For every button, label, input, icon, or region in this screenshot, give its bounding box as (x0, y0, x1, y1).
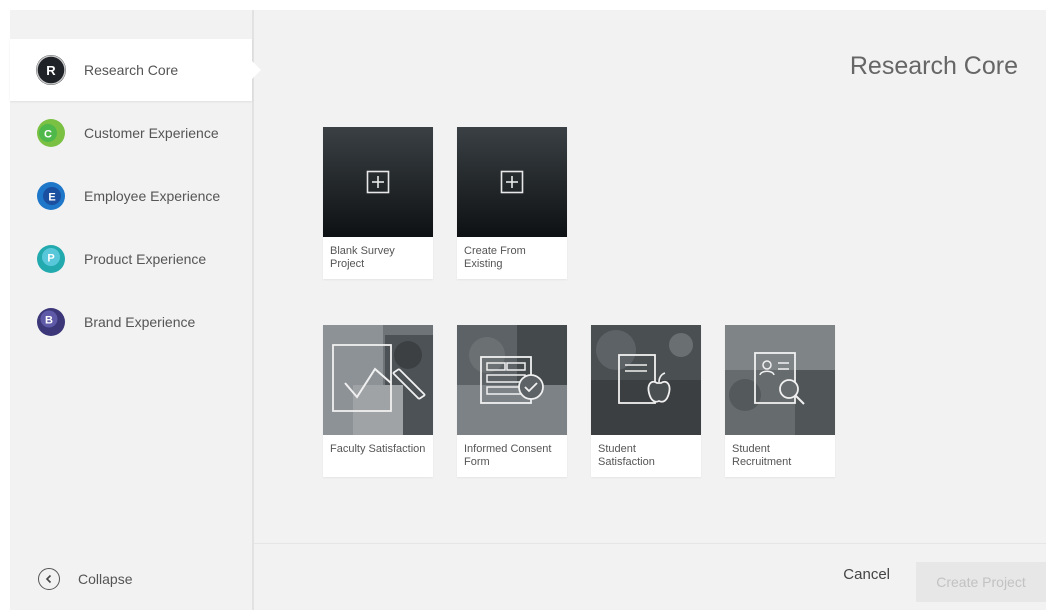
brand-experience-icon: B (36, 307, 66, 337)
sidebar-item-brand-experience[interactable]: B Brand Experience (10, 291, 252, 353)
plus-square-icon (500, 170, 524, 194)
card-informed-consent-form[interactable]: Informed Consent Form (457, 325, 567, 477)
document-apple-icon (618, 354, 671, 404)
sidebar-item-research-core[interactable]: R Research Core (10, 39, 261, 101)
card-student-recruitment[interactable]: Student Recruitment (725, 325, 835, 477)
collapse-button[interactable]: Collapse (38, 568, 132, 590)
card-thumbnail (323, 325, 433, 435)
dialog-footer: Cancel Create Project (254, 543, 1046, 610)
sidebar-item-label: Customer Experience (84, 125, 219, 141)
research-core-icon: R (36, 55, 66, 85)
card-thumbnail (457, 127, 567, 237)
card-thumbnail (457, 325, 567, 435)
checkmark-pen-icon (332, 344, 426, 412)
customer-experience-icon: C (36, 118, 66, 148)
main-panel: Research Core Blank Survey Project Creat… (254, 10, 1046, 610)
svg-text:E: E (48, 192, 55, 204)
id-card-search-icon (754, 352, 805, 405)
sidebar-item-employee-experience[interactable]: E Employee Experience (10, 165, 252, 227)
chevron-left-icon (38, 568, 60, 590)
svg-text:C: C (44, 129, 52, 141)
card-faculty-satisfaction[interactable]: Faculty Satisfaction (323, 325, 433, 477)
sidebar-item-product-experience[interactable]: P Product Experience (10, 228, 252, 290)
sidebar: R Research Core C Customer Experience E … (10, 10, 261, 610)
cancel-button[interactable]: Cancel (843, 566, 890, 583)
card-label: Student Recruitment (732, 443, 792, 468)
create-project-dialog: R Research Core C Customer Experience E … (10, 10, 1046, 610)
card-label: Blank Survey Project (330, 245, 395, 270)
sidebar-item-label: Brand Experience (84, 314, 196, 330)
sidebar-item-label: Product Experience (84, 251, 207, 267)
card-thumbnail (591, 325, 701, 435)
card-create-from-existing[interactable]: Create From Existing (457, 127, 567, 279)
card-student-satisfaction[interactable]: Student Satisfaction (591, 325, 701, 477)
sidebar-item-customer-experience[interactable]: C Customer Experience (10, 102, 252, 164)
collapse-label: Collapse (78, 571, 133, 587)
card-thumbnail (725, 325, 835, 435)
svg-text:P: P (47, 253, 54, 265)
page-title: Research Core (849, 52, 1018, 80)
form-check-icon (480, 356, 544, 404)
sidebar-item-label: Research Core (84, 62, 179, 78)
create-project-button[interactable]: Create Project (916, 562, 1046, 602)
svg-text:B: B (45, 315, 53, 327)
card-blank-survey-project[interactable]: Blank Survey Project (323, 127, 433, 279)
sidebar-item-label: Employee Experience (84, 188, 221, 204)
card-thumbnail (323, 127, 433, 237)
svg-text:R: R (46, 63, 56, 78)
card-label: Create From Existing (464, 245, 526, 270)
card-label: Informed Consent Form (464, 443, 552, 468)
plus-square-icon (366, 170, 390, 194)
employee-experience-icon: E (36, 181, 66, 211)
product-experience-icon: P (36, 244, 66, 274)
card-label: Student Satisfaction (598, 443, 655, 468)
card-label: Faculty Satisfaction (330, 443, 426, 455)
